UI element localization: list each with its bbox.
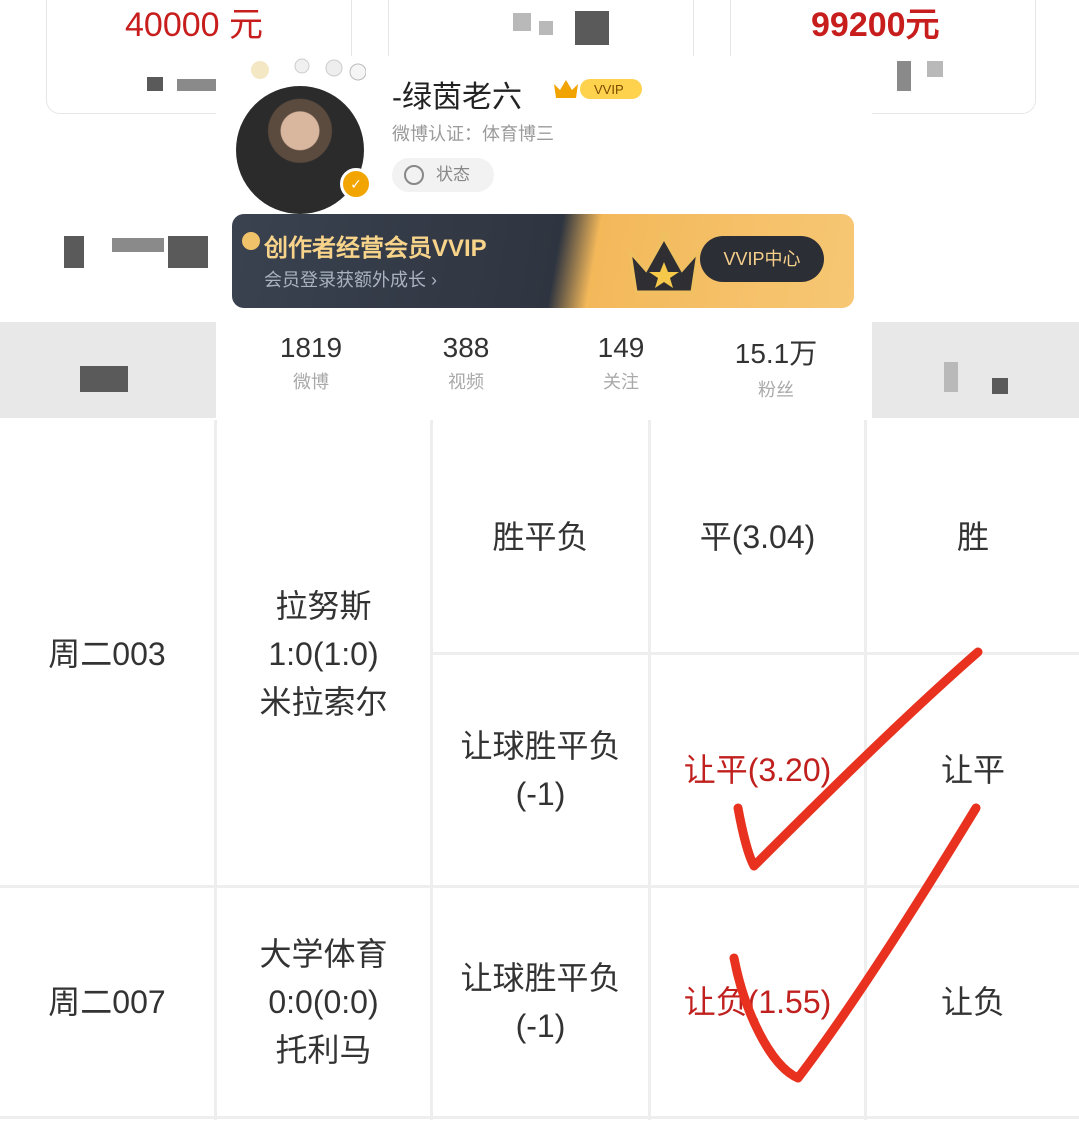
blurred-header-label — [944, 362, 958, 392]
table-row-1-match-id: 周二003 — [48, 635, 166, 672]
verified-badge-icon: ✓ — [340, 168, 372, 200]
blurred-label — [513, 13, 531, 31]
table-row-1b-bet-type: 让球胜平负 (-1) — [460, 728, 621, 812]
vvip-banner[interactable]: 创作者经营会员VVIP 会员登录获额外成长 › VVIP中心 — [232, 214, 854, 308]
stat-label: 微博 — [293, 372, 329, 392]
profile-card: ✓ -绿茵老六 VVIP 微博认证：体育博三 状态 创作者经营会员VVIP 会员… — [216, 56, 872, 422]
table-row-1b-result: 让平 — [940, 752, 1005, 788]
blurred-header-label — [80, 366, 128, 392]
status-icon — [404, 165, 424, 185]
stat-value: 15.1万 — [734, 338, 818, 369]
stat-card-right-amount: 99200元 — [811, 6, 940, 44]
vvip-badge-text: VVIP — [594, 82, 624, 97]
table-row-2-match-id: 周二007 — [48, 984, 166, 1020]
stat-label: 粉丝 — [758, 380, 794, 400]
stat-value: 149 — [597, 332, 645, 363]
blurred-label — [539, 21, 553, 35]
vvip-badge-icon[interactable]: VVIP — [550, 76, 646, 102]
stat-label: 关注 — [603, 372, 639, 392]
table-row-1a-pick: 平(3.04) — [699, 519, 816, 555]
blurred-label — [147, 77, 163, 91]
blurred-header-label — [992, 378, 1008, 394]
stat-value: 1819 — [279, 332, 343, 363]
blurred-label — [112, 238, 164, 252]
stat-following[interactable]: 149 关注 — [561, 332, 681, 394]
profile-stats: 1819 微博 388 视频 149 关注 15.1万 粉丝 — [216, 332, 872, 402]
table-row-1-match: 拉努斯 1:0(1:0) 米拉索尔 — [259, 587, 388, 720]
table-row-1b-pick: 让平(3.20) — [683, 752, 832, 788]
vvip-banner-title: 创作者经营会员VVIP — [264, 235, 487, 262]
table-row-2-bet-type: 让球胜平负 (-1) — [460, 960, 621, 1044]
stat-card-left-amount: 40000 元 — [125, 6, 263, 44]
status-button[interactable]: 状态 — [392, 158, 494, 192]
coin-icon — [242, 232, 260, 250]
table-row-1a-result: 胜 — [956, 519, 989, 555]
blurred-label — [927, 61, 943, 77]
stat-followers[interactable]: 15.1万 粉丝 — [716, 332, 836, 402]
profile-nickname: -绿茵老六 — [392, 81, 522, 114]
blurred-label — [177, 79, 217, 91]
blurred-label — [168, 236, 208, 268]
stat-label: 视频 — [448, 372, 484, 392]
crown-icon — [627, 231, 701, 294]
blurred-label — [897, 61, 911, 91]
stat-value: 388 — [442, 332, 490, 363]
table-row-1a-bet-type: 胜平负 — [492, 519, 589, 555]
blurred-label — [64, 236, 84, 268]
stat-weibo[interactable]: 1819 微博 — [251, 332, 371, 394]
vvip-center-button[interactable]: VVIP中心 — [700, 236, 824, 282]
blurred-label — [575, 11, 609, 45]
table-row-2-pick: 让负(1.55) — [683, 984, 832, 1020]
table-row-2-match: 大学体育 0:0(0:0) 托利马 — [259, 936, 388, 1068]
vvip-banner-subtitle: 会员登录获额外成长 › — [264, 270, 437, 290]
certification-text: 微博认证：体育博三 — [392, 124, 554, 144]
grid-line — [0, 1116, 1079, 1119]
table-row-2-result: 让负 — [940, 984, 1005, 1020]
stat-video[interactable]: 388 视频 — [406, 332, 526, 394]
status-label: 状态 — [436, 165, 470, 184]
